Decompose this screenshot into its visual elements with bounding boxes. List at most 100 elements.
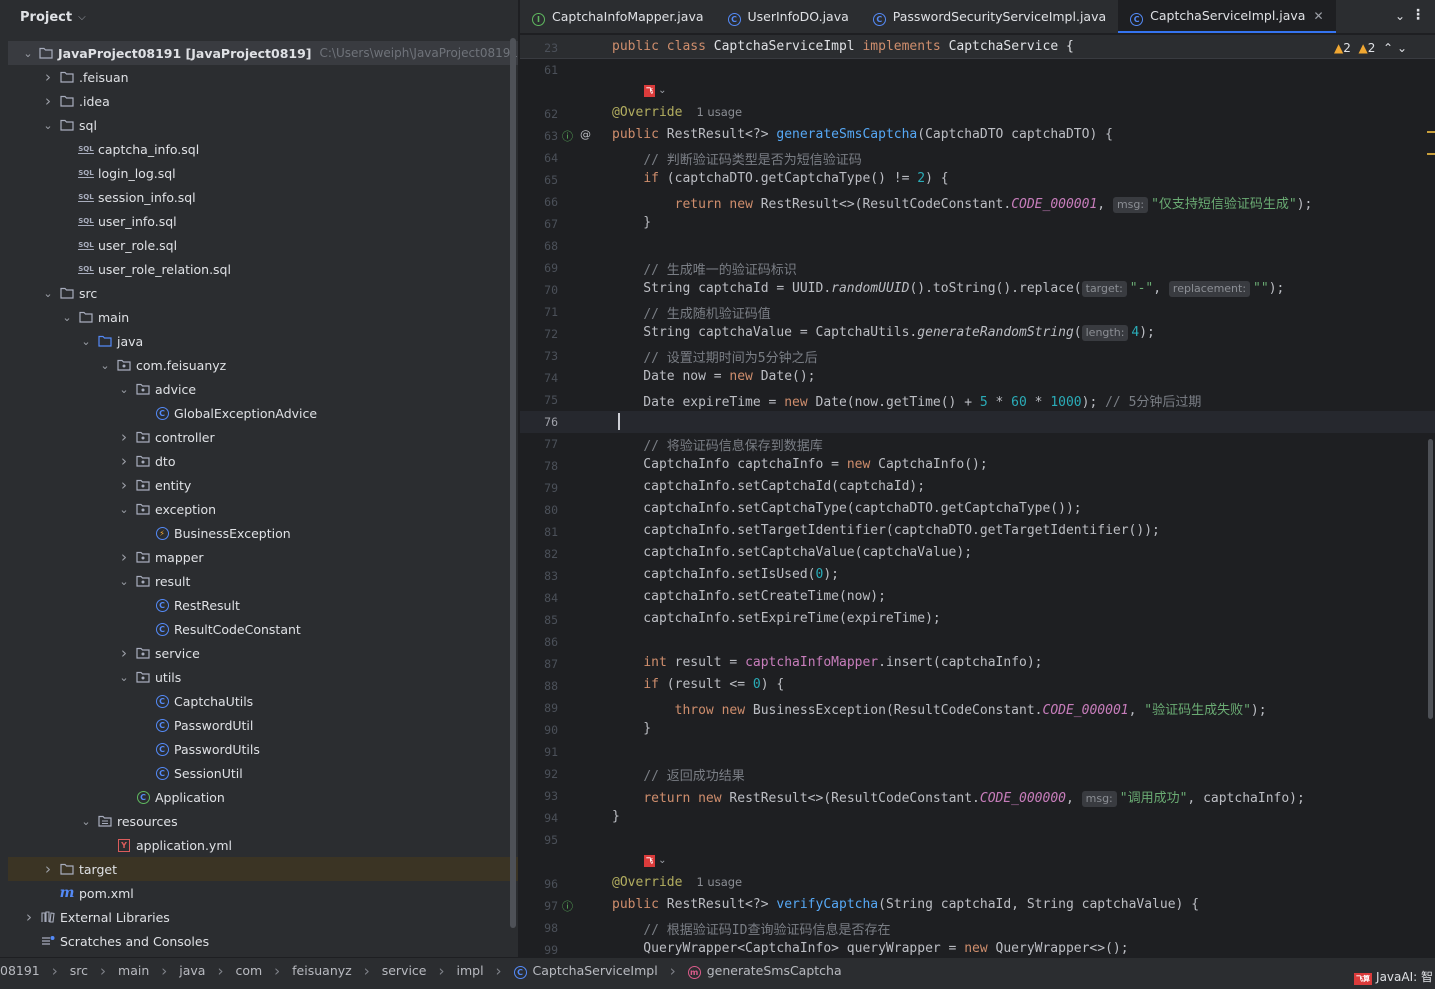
tree-item[interactable]: Scratches and Consoles [8,929,518,953]
code-line[interactable]: 66 return new RestResult<>(ResultCodeCon… [520,191,1435,213]
tree-item[interactable]: C CaptchaUtils [8,689,518,713]
code-line[interactable]: 81 captchaInfo.setTargetIdentifier(captc… [520,521,1435,543]
tree-item[interactable]: ⌄ com.feisuanyz [8,353,518,377]
code-line[interactable]: 89 throw new BusinessException(ResultCod… [520,697,1435,719]
code-editor[interactable]: 23 public class CaptchaServiceImpl imple… [520,35,1435,957]
collapse-arrow-icon[interactable]: › [22,908,36,926]
tree-item[interactable]: C PasswordUtil [8,713,518,737]
tree-item[interactable]: ⚡ BusinessException [8,521,518,545]
breadcrumb-item[interactable]: src [70,963,88,978]
code-line[interactable]: 69 // 生成唯一的验证码标识 [520,257,1435,279]
code-line[interactable]: 65 if (captchaDTO.getCaptchaType() != 2)… [520,169,1435,191]
code-line[interactable]: 88 if (result <= 0) { [520,675,1435,697]
chevron-down-icon[interactable]: ⌵ [78,12,86,23]
code-line[interactable]: 78 CaptchaInfo captchaInfo = new Captcha… [520,455,1435,477]
code-line[interactable]: 85 captchaInfo.setExpireTime(expireTime)… [520,609,1435,631]
override-icon[interactable]: @ [580,128,591,141]
code-line[interactable]: 90 } [520,719,1435,741]
editor-scrollbar-thumb[interactable] [1428,439,1433,719]
expand-arrow-icon[interactable]: ⌄ [117,671,131,684]
editor-tab[interactable]: C CaptchaServiceImpl.java ✕ [1118,0,1336,33]
code-line[interactable]: 61 [520,59,1435,81]
editor-tab[interactable]: I CaptchaInfoMapper.java [520,0,716,33]
code-line[interactable]: 96 @Override 1 usage [520,873,1435,895]
more-actions-icon[interactable]: ⋮ [1411,7,1425,23]
code-line[interactable]: 飞 ⌄ [520,81,1435,103]
expand-arrow-icon[interactable]: ⌄ [79,335,93,348]
chevron-down-icon[interactable]: ⌄ [1397,41,1407,55]
tabs-dropdown-icon[interactable]: ⌄ [1395,9,1405,23]
tree-item[interactable]: SQL login_log.sql [8,161,518,185]
error-stripe-marker[interactable] [1427,153,1435,155]
expand-arrow-icon[interactable]: ⌄ [98,359,112,372]
code-line[interactable]: 74 Date now = new Date(); [520,367,1435,389]
breadcrumb-item[interactable]: com [235,963,262,978]
breadcrumb-method[interactable]: m generateSmsCaptcha [687,963,842,979]
code-line[interactable]: 73 // 设置过期时间为5分钟之后 [520,345,1435,367]
inspection-widget[interactable]: ▲2 ▲2 ⌃ ⌄ [1334,41,1407,55]
code-line[interactable]: 64 // 判断验证码类型是否为短信验证码 [520,147,1435,169]
code-line[interactable]: 72 String captchaValue = CaptchaUtils.ge… [520,323,1435,345]
collapse-arrow-icon[interactable]: › [117,644,131,662]
tree-item[interactable]: › .idea [8,89,518,113]
breadcrumb-item[interactable]: main [118,963,149,978]
tree-item[interactable]: SQL session_info.sql [8,185,518,209]
code-line[interactable]: 79 captchaInfo.setCaptchaId(captchaId); [520,477,1435,499]
project-scrollbar[interactable] [510,38,516,928]
tree-item[interactable]: ⌄ sql [8,113,518,137]
tree-item[interactable]: › service [8,641,518,665]
chevron-up-icon[interactable]: ⌃ [1383,41,1393,55]
ai-lens-icon[interactable]: 飞 ⌄ [644,85,667,97]
tree-item[interactable]: ⌄ utils [8,665,518,689]
tree-item[interactable]: ⌄ main [8,305,518,329]
expand-arrow-icon[interactable]: ⌄ [117,575,131,588]
expand-arrow-icon[interactable]: ⌄ [41,119,55,132]
breadcrumb-item[interactable]: 08191 [0,963,40,978]
tree-item[interactable]: ⌄ advice [8,377,518,401]
code-line[interactable]: 86 [520,631,1435,653]
tree-item[interactable]: ⌄ JavaProject08191 [JavaProject0819] C:\Us… [8,41,518,65]
code-line[interactable]: 77 // 将验证码信息保存到数据库 [520,433,1435,455]
tree-item[interactable]: Yapplication.yml [8,833,518,857]
tree-item[interactable]: C PasswordUtils [8,737,518,761]
code-line[interactable]: 95 [520,829,1435,851]
code-line[interactable]: 93 return new RestResult<>(ResultCodeCon… [520,785,1435,807]
code-line[interactable]: 98 // 根据验证码ID查询验证码信息是否存在 [520,917,1435,939]
code-line[interactable]: 91 [520,741,1435,763]
tree-item[interactable]: C Application [8,785,518,809]
tree-item[interactable]: C RestResult [8,593,518,617]
code-line[interactable]: 75 Date expireTime = new Date(now.getTim… [520,389,1435,411]
editor-tab[interactable]: C PasswordSecurityServiceImpl.java [861,0,1118,33]
tree-item[interactable]: SQL user_role.sql [8,233,518,257]
tree-item[interactable]: C ResultCodeConstant [8,617,518,641]
code-line[interactable]: 80 captchaInfo.setCaptchaType(captchaDTO… [520,499,1435,521]
tree-item[interactable]: C SessionUtil [8,761,518,785]
collapse-arrow-icon[interactable]: › [117,476,131,494]
project-title[interactable]: Project [20,10,72,25]
implements-method-icon[interactable]: ⓘ [562,898,573,914]
code-line[interactable]: 82 captchaInfo.setCaptchaValue(captchaVa… [520,543,1435,565]
code-line[interactable]: 94} [520,807,1435,829]
code-line[interactable]: 97 ⓘ public RestResult<?> verifyCaptcha(St… [520,895,1435,917]
collapse-arrow-icon[interactable]: › [117,452,131,470]
tree-item[interactable]: SQL captcha_info.sql [8,137,518,161]
breadcrumb-item[interactable]: java [179,963,205,978]
sticky-header[interactable]: 23 public class CaptchaServiceImpl imple… [520,35,1435,59]
ai-lens-icon[interactable]: 飞 ⌄ [644,855,667,867]
editor-scrollbar[interactable] [1427,59,1435,957]
expand-arrow-icon[interactable]: ⌄ [41,287,55,300]
breadcrumb-item[interactable]: impl [456,963,483,978]
breadcrumb-item[interactable]: feisuanyz [292,963,352,978]
collapse-arrow-icon[interactable]: › [117,548,131,566]
code-line[interactable]: 99 QueryWrapper<CaptchaInfo> queryWrappe… [520,939,1435,957]
code-line[interactable]: 70 String captchaId = UUID.randomUUID().… [520,279,1435,301]
code-line[interactable]: 67 } [520,213,1435,235]
breadcrumb-item[interactable]: service [382,963,427,978]
expand-arrow-icon[interactable]: ⌄ [22,47,34,60]
expand-arrow-icon[interactable]: ⌄ [79,815,93,828]
collapse-arrow-icon[interactable]: › [41,68,55,86]
tree-item[interactable]: › External Libraries [8,905,518,929]
code-line[interactable]: 飞 ⌄ [520,851,1435,873]
code-line[interactable]: 83 captchaInfo.setIsUsed(0); [520,565,1435,587]
code-line[interactable]: 68 [520,235,1435,257]
